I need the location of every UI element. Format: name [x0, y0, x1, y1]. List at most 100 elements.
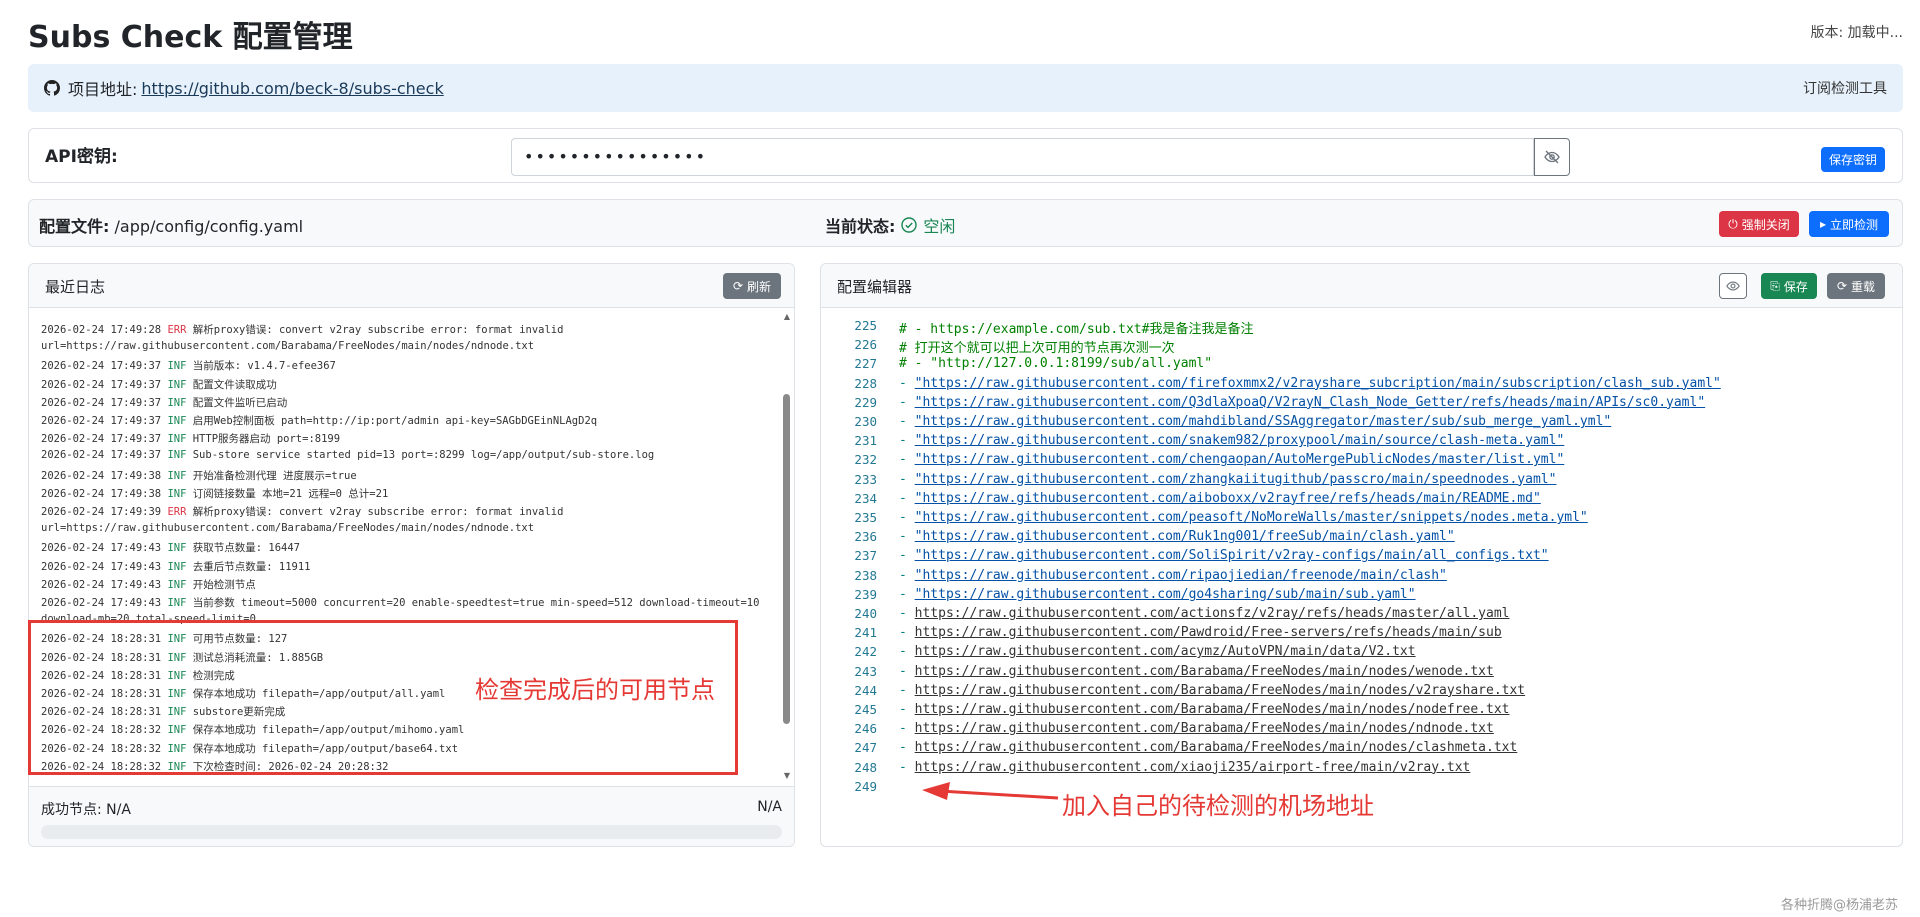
reload-button[interactable]: ⟳ 重载 [1827, 273, 1885, 299]
log-level: INF [167, 487, 193, 500]
log-level: INF [167, 449, 193, 462]
line-number: 249 [854, 778, 877, 794]
list-dash: - [899, 644, 915, 660]
code-url: https://raw.githubusercontent.com/acymz/… [914, 644, 1416, 660]
line-number: 229 [854, 394, 877, 410]
code-string: "https://raw.githubusercontent.com/aibob… [914, 490, 1541, 506]
log-line: 2026-02-24 17:49:38 INF 订阅链接数量 本地=21 远程=… [41, 486, 388, 501]
code-string: "https://raw.githubusercontent.com/snake… [914, 433, 1565, 449]
code-line[interactable]: - https://raw.githubusercontent.com/xiao… [899, 760, 1470, 775]
code-line[interactable]: - "https://raw.githubusercontent.com/Ruk… [899, 529, 1455, 544]
code-line[interactable]: - "https://raw.githubusercontent.com/zha… [899, 472, 1556, 487]
code-line[interactable]: - "https://raw.githubusercontent.com/aib… [899, 491, 1541, 506]
log-level: INF [167, 415, 193, 427]
code-line[interactable]: - "https://raw.githubusercontent.com/go4… [899, 587, 1416, 602]
preview-button[interactable] [1719, 273, 1747, 299]
line-number: 247 [854, 740, 877, 756]
code-url: https://raw.githubusercontent.com/action… [914, 606, 1510, 621]
log-timestamp: 2026-02-24 17:49:43 [41, 597, 168, 609]
save-icon: ⎘ [1770, 278, 1780, 293]
code-line[interactable]: - "https://raw.githubusercontent.com/fir… [899, 376, 1721, 391]
code-line[interactable]: # - https://example.com/sub.txt#我是备注我是备注 [899, 318, 1253, 337]
code-url: https://raw.githubusercontent.com/Baraba… [914, 682, 1526, 698]
log-timestamp: 2026-02-24 17:49:43 [41, 542, 168, 555]
save-key-button[interactable]: 保存密钥 [1821, 147, 1885, 172]
log-line: 2026-02-24 17:49:37 INF Sub-store servic… [41, 449, 654, 461]
log-message: 当前版本: v1.4.7-efee367 [192, 360, 336, 373]
line-number: 228 [854, 375, 877, 391]
code-string: "https://raw.githubusercontent.com/mahdi… [914, 414, 1612, 429]
toggle-visibility-button[interactable] [1534, 138, 1570, 176]
log-level: ERR [167, 506, 193, 518]
config-file-path: /app/config/config.yaml [114, 217, 304, 236]
line-number: 238 [854, 567, 877, 583]
code-url: https://raw.githubusercontent.com/Baraba… [914, 740, 1518, 756]
refresh-label: 刷新 [747, 279, 772, 294]
status-label: 当前状态: [825, 217, 896, 236]
code-string: "https://raw.githubusercontent.com/peaso… [914, 510, 1588, 525]
code-line[interactable]: - "https://raw.githubusercontent.com/Q3d… [899, 395, 1705, 410]
eye-icon [1726, 281, 1740, 291]
code-line[interactable]: - "https://raw.githubusercontent.com/rip… [899, 568, 1447, 583]
eye-slash-icon [1544, 150, 1560, 164]
save-config-button[interactable]: ⎘ 保存 [1761, 273, 1817, 299]
refresh-icon: ⟳ [732, 279, 744, 293]
refresh-button[interactable]: ⟳ 刷新 [723, 273, 781, 299]
code-line[interactable]: - https://raw.githubusercontent.com/Bara… [899, 702, 1509, 717]
code-line[interactable]: - https://raw.githubusercontent.com/Bara… [899, 740, 1517, 755]
code-line[interactable]: - "https://raw.githubusercontent.com/pea… [899, 510, 1588, 525]
log-message: Sub-store service started pid=13 port=:8… [192, 449, 655, 462]
log-scroll-thumb[interactable] [783, 394, 790, 724]
code-line[interactable]: - https://raw.githubusercontent.com/Bara… [899, 721, 1494, 736]
log-timestamp: 2026-02-24 17:49:43 [41, 578, 168, 591]
code-line[interactable]: - "https://raw.githubusercontent.com/sna… [899, 433, 1564, 448]
reload-icon: ⟳ [1836, 279, 1848, 293]
code-line[interactable]: - "https://raw.githubusercontent.com/mah… [899, 414, 1611, 429]
log-message: 配置文件监听已启动 [192, 396, 288, 409]
list-dash: - [899, 682, 915, 698]
list-dash: - [899, 606, 915, 621]
log-line: 2026-02-24 17:49:28 ERR 解析proxy错误: conve… [41, 322, 563, 337]
page-title: Subs Check 配置管理 [28, 20, 353, 55]
force-close-button[interactable]: ⏻ 强制关闭 [1719, 211, 1799, 237]
code-line[interactable]: # 打开这个就可以把上次可用的节点再次测一次 [899, 337, 1175, 356]
line-number: 232 [854, 452, 877, 468]
list-dash: - [899, 510, 915, 525]
code-line[interactable]: - https://raw.githubusercontent.com/acym… [899, 644, 1416, 659]
list-dash: - [899, 375, 915, 391]
line-number: 225 [854, 318, 877, 333]
log-line: 2026-02-24 17:49:37 INF 配置文件监听已启动 [41, 395, 287, 410]
success-nodes-value: N/A [757, 799, 782, 815]
code-string: "https://raw.githubusercontent.com/Ruk1n… [914, 529, 1455, 545]
log-level: INF [167, 378, 193, 391]
scroll-down-icon[interactable]: ▼ [784, 771, 790, 780]
code-line[interactable]: - https://raw.githubusercontent.com/Bara… [899, 683, 1525, 698]
log-message: 启用Web控制面板 path=http://ip:port/admin api-… [192, 415, 598, 427]
line-number: 240 [854, 606, 877, 621]
line-number: 236 [854, 529, 877, 545]
line-number: 233 [854, 471, 877, 487]
log-timestamp: 2026-02-24 17:49:28 [41, 324, 168, 336]
list-dash: - [899, 452, 915, 468]
code-line[interactable]: # - "http://127.0.0.1:8199/sub/all.yaml" [899, 356, 1212, 371]
log-message: 解析proxy错误: convert v2ray subscribe error… [192, 506, 564, 518]
log-level: INF [167, 360, 193, 373]
line-number: 241 [854, 625, 877, 641]
save-config-label: 保存 [1783, 279, 1808, 294]
code-line[interactable]: - "https://raw.githubusercontent.com/che… [899, 452, 1564, 467]
config-status-bar: 配置文件: /app/config/config.yaml 当前状态: 空闲 ⏻… [28, 199, 1903, 247]
code-line[interactable]: - https://raw.githubusercontent.com/Pawd… [899, 625, 1502, 640]
code-line[interactable]: - "https://raw.githubusercontent.com/Sol… [899, 548, 1549, 563]
code-line[interactable]: - https://raw.githubusercontent.com/Bara… [899, 664, 1494, 679]
code-line[interactable]: - https://raw.githubusercontent.com/acti… [899, 606, 1509, 621]
scroll-up-icon[interactable]: ▲ [784, 312, 790, 321]
code-editor[interactable]: 225 226 227 228 229 230 231 232 233 234 235 236 237 2… [821, 308, 1902, 846]
list-dash: - [899, 740, 915, 756]
log-line: url=https://raw.githubusercontent.com/Ba… [41, 522, 534, 534]
api-key-input[interactable]: •••••••••••••••• [511, 138, 1534, 176]
log-message: 开始准备检测代理 进度展示=true [192, 469, 357, 482]
code-string: "https://raw.githubusercontent.com/Q3dla… [914, 394, 1706, 410]
check-now-button[interactable]: ▸ 立即检测 [1809, 211, 1889, 237]
repo-link[interactable]: https://github.com/beck-8/subs-check [141, 79, 443, 98]
tool-label: 订阅检测工具 [1803, 81, 1887, 97]
